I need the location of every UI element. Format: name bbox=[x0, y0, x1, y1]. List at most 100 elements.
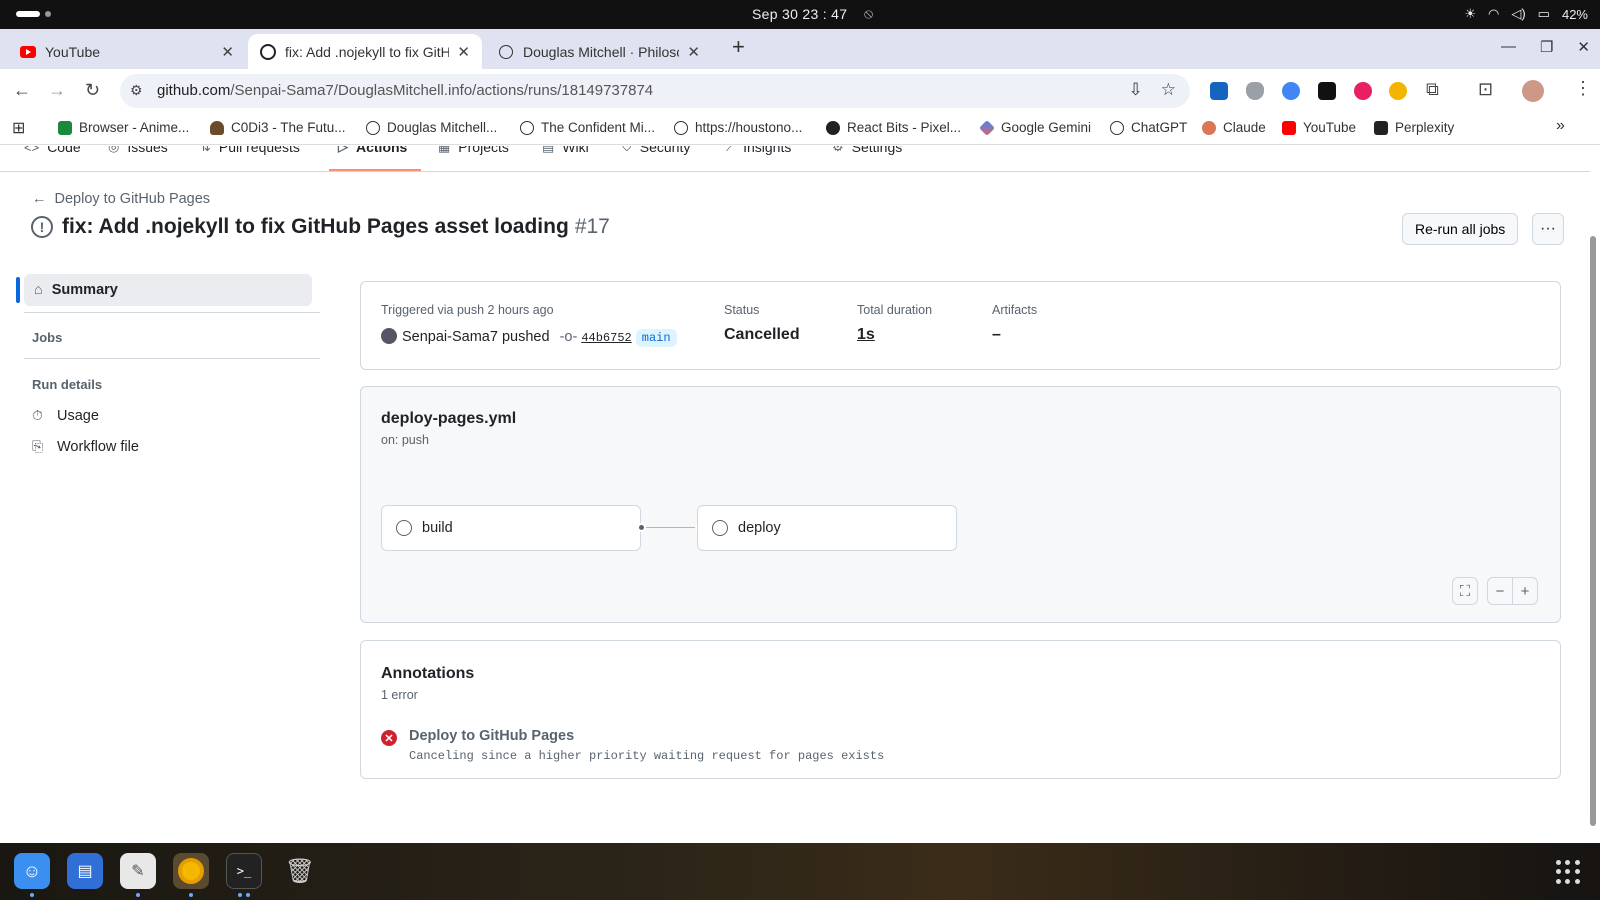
ublock-icon[interactable] bbox=[1354, 82, 1372, 100]
close-tab-icon[interactable]: ✕ bbox=[221, 43, 234, 61]
repo-nav-projects[interactable]: ▦ Projects bbox=[438, 146, 509, 155]
workflow-graph-card: deploy-pages.yml on: push build deploy ⛶… bbox=[360, 386, 1561, 623]
duration-value[interactable]: 1s bbox=[857, 326, 875, 344]
stopwatch-icon: ⏱ bbox=[32, 407, 43, 423]
repo-nav-insights[interactable]: ⟋ Insights bbox=[726, 146, 791, 155]
close-tab-icon[interactable]: ✕ bbox=[687, 43, 700, 61]
chrome-app-icon[interactable] bbox=[173, 853, 209, 889]
sidebar-item-usage[interactable]: ⏱ Usage bbox=[32, 407, 99, 424]
rerun-all-jobs-button[interactable]: Re-run all jobs bbox=[1402, 213, 1519, 245]
more-options-button[interactable]: ··· bbox=[1532, 213, 1564, 245]
back-to-workflow-link[interactable]: ← Deploy to GitHub Pages bbox=[32, 191, 210, 207]
commit-sha-link[interactable]: 44b6752 bbox=[581, 331, 631, 345]
site-info-icon[interactable]: ⚙ bbox=[130, 82, 143, 99]
minimize-icon[interactable]: — bbox=[1501, 38, 1516, 56]
tab-search-icon[interactable]: ⊡ bbox=[1478, 79, 1493, 100]
active-indicator bbox=[16, 277, 20, 303]
shield-extension-icon[interactable] bbox=[1246, 82, 1264, 100]
job-deploy[interactable]: deploy bbox=[697, 505, 957, 551]
extension-icon[interactable] bbox=[1210, 82, 1228, 100]
bookmark-item[interactable]: https://houstono... bbox=[674, 120, 802, 135]
tab-douglas-mitchell[interactable]: Douglas Mitchell · Philosop ✕ bbox=[486, 34, 712, 69]
back-icon[interactable]: ← bbox=[13, 80, 31, 101]
commit-icon: -o- bbox=[559, 329, 578, 345]
sidebar-item-summary[interactable]: ⌂ Summary bbox=[24, 274, 312, 306]
active-tab-underline bbox=[329, 169, 421, 171]
branch-badge[interactable]: main bbox=[635, 329, 677, 347]
close-tab-icon[interactable]: ✕ bbox=[457, 43, 470, 61]
sidebar-jobs-header: Jobs bbox=[32, 330, 63, 345]
repo-nav-code[interactable]: <> Code bbox=[24, 146, 81, 155]
finder-app-icon[interactable]: ☺ bbox=[14, 853, 50, 889]
sidebar-divider bbox=[24, 358, 320, 359]
text-editor-app-icon[interactable]: ✎ bbox=[120, 853, 156, 889]
reload-icon[interactable]: ↻ bbox=[85, 80, 100, 101]
forward-icon[interactable]: → bbox=[48, 80, 66, 101]
artifacts-value: – bbox=[992, 326, 1001, 343]
terminal-app-icon[interactable]: >_ bbox=[226, 853, 262, 889]
bookmark-item[interactable]: ChatGPT bbox=[1110, 120, 1187, 135]
profile-avatar[interactable] bbox=[1522, 80, 1544, 102]
repo-nav-security[interactable]: ⛉ Security bbox=[622, 146, 690, 155]
bookmark-item[interactable]: React Bits - Pixel... bbox=[826, 120, 961, 135]
files-app-icon[interactable]: ▤ bbox=[67, 853, 103, 889]
bookmark-item[interactable]: Browser - Anime... bbox=[58, 120, 189, 135]
new-tab-button[interactable]: + bbox=[732, 34, 745, 60]
apps-grid-icon[interactable]: ⊞ bbox=[12, 118, 25, 138]
battery-level: 42% bbox=[1561, 6, 1588, 22]
maximize-icon[interactable]: ❐ bbox=[1540, 38, 1553, 56]
extension-icon[interactable] bbox=[1318, 82, 1336, 100]
clock[interactable]: Sep 30 23 : 47 bbox=[752, 6, 847, 22]
address-bar[interactable]: ⚙ github.com/Senpai-Sama7/DouglasMitchel… bbox=[120, 74, 1190, 108]
fingerprint-extension-icon[interactable] bbox=[1282, 82, 1300, 100]
zoom-in-icon[interactable]: + bbox=[1512, 577, 1538, 605]
bookmark-item[interactable]: Perplexity bbox=[1374, 120, 1454, 135]
bookmark-item[interactable]: Google Gemini bbox=[979, 119, 1091, 136]
job-status-icon bbox=[396, 520, 412, 536]
repo-nav-issues[interactable]: ◎ Issues bbox=[108, 146, 168, 155]
install-app-icon[interactable]: ⇩ bbox=[1129, 80, 1143, 100]
trash-icon[interactable]: 🗑 bbox=[282, 853, 318, 889]
os-dock: ☺ ▤ ✎ >_ 🗑 bbox=[0, 843, 1600, 900]
puzzle-extensions-icon[interactable]: ⧉ bbox=[1426, 79, 1439, 100]
actor-text[interactable]: Senpai-Sama7 pushed bbox=[402, 329, 550, 345]
repo-nav-actions[interactable]: ▷ Actions bbox=[338, 146, 407, 155]
trigger-label: Triggered via push 2 hours ago bbox=[381, 303, 554, 317]
file-code-icon: ⎘ bbox=[32, 438, 44, 454]
run-title-text: fix: Add .nojekyll to fix GitHub Pages a… bbox=[62, 215, 569, 238]
repo-nav-settings[interactable]: ⚙ Settings bbox=[832, 146, 902, 155]
browser-menu-icon[interactable]: ⋮ bbox=[1574, 78, 1592, 99]
tab-title: Douglas Mitchell · Philosop bbox=[523, 43, 680, 60]
github-icon bbox=[260, 43, 276, 60]
page-scrollbar[interactable] bbox=[1588, 146, 1598, 843]
url-text[interactable]: github.com/Senpai-Sama7/DouglasMitchell.… bbox=[157, 82, 653, 99]
system-tray[interactable]: ☀ ◠ ◁) ▭ 42% bbox=[1464, 6, 1588, 22]
tab-youtube[interactable]: YouTube ✕ bbox=[8, 34, 246, 69]
repo-nav-wiki[interactable]: ▤ Wiki bbox=[542, 146, 589, 155]
sidebar-item-workflow-file[interactable]: ⎘ Workflow file bbox=[32, 438, 139, 455]
workspace-dot[interactable] bbox=[45, 11, 51, 17]
workflow-file-name[interactable]: deploy-pages.yml bbox=[381, 410, 516, 428]
bookmark-item[interactable]: Douglas Mitchell... bbox=[366, 120, 497, 135]
bookmark-item[interactable]: YouTube bbox=[1282, 120, 1356, 135]
fullscreen-icon[interactable]: ⛶ bbox=[1452, 577, 1478, 605]
notifications-off-icon: ⦸ bbox=[864, 5, 874, 21]
close-window-icon[interactable]: ✕ bbox=[1577, 38, 1590, 56]
more-bookmarks-icon[interactable]: » bbox=[1556, 117, 1565, 135]
tab-github-run[interactable]: fix: Add .nojekyll to fix GitH ✕ bbox=[248, 34, 482, 69]
bookmark-star-icon[interactable]: ☆ bbox=[1161, 80, 1176, 100]
bookmark-item[interactable]: Claude bbox=[1202, 120, 1266, 135]
avatar[interactable] bbox=[381, 328, 397, 344]
workspace-indicator[interactable] bbox=[16, 11, 40, 17]
os-top-bar: Sep 30 23 : 47 ⦸ ☀ ◠ ◁) ▭ 42% bbox=[0, 0, 1600, 29]
annotation-title[interactable]: Deploy to GitHub Pages bbox=[409, 728, 574, 744]
bookmark-item[interactable]: The Confident Mi... bbox=[520, 120, 655, 135]
extension-icon[interactable] bbox=[1389, 82, 1407, 100]
scrollbar-thumb[interactable] bbox=[1590, 236, 1596, 826]
repo-nav-pull-requests[interactable]: ⇅ Pull requests bbox=[200, 146, 300, 155]
job-build[interactable]: build bbox=[381, 505, 641, 551]
app-grid-icon[interactable] bbox=[1556, 860, 1580, 884]
bookmarks-bar: ⊞ Browser - Anime... C0Di3 - The Futu...… bbox=[0, 113, 1600, 145]
zoom-out-icon[interactable]: − bbox=[1487, 577, 1513, 605]
bookmark-item[interactable]: C0Di3 - The Futu... bbox=[210, 120, 346, 135]
